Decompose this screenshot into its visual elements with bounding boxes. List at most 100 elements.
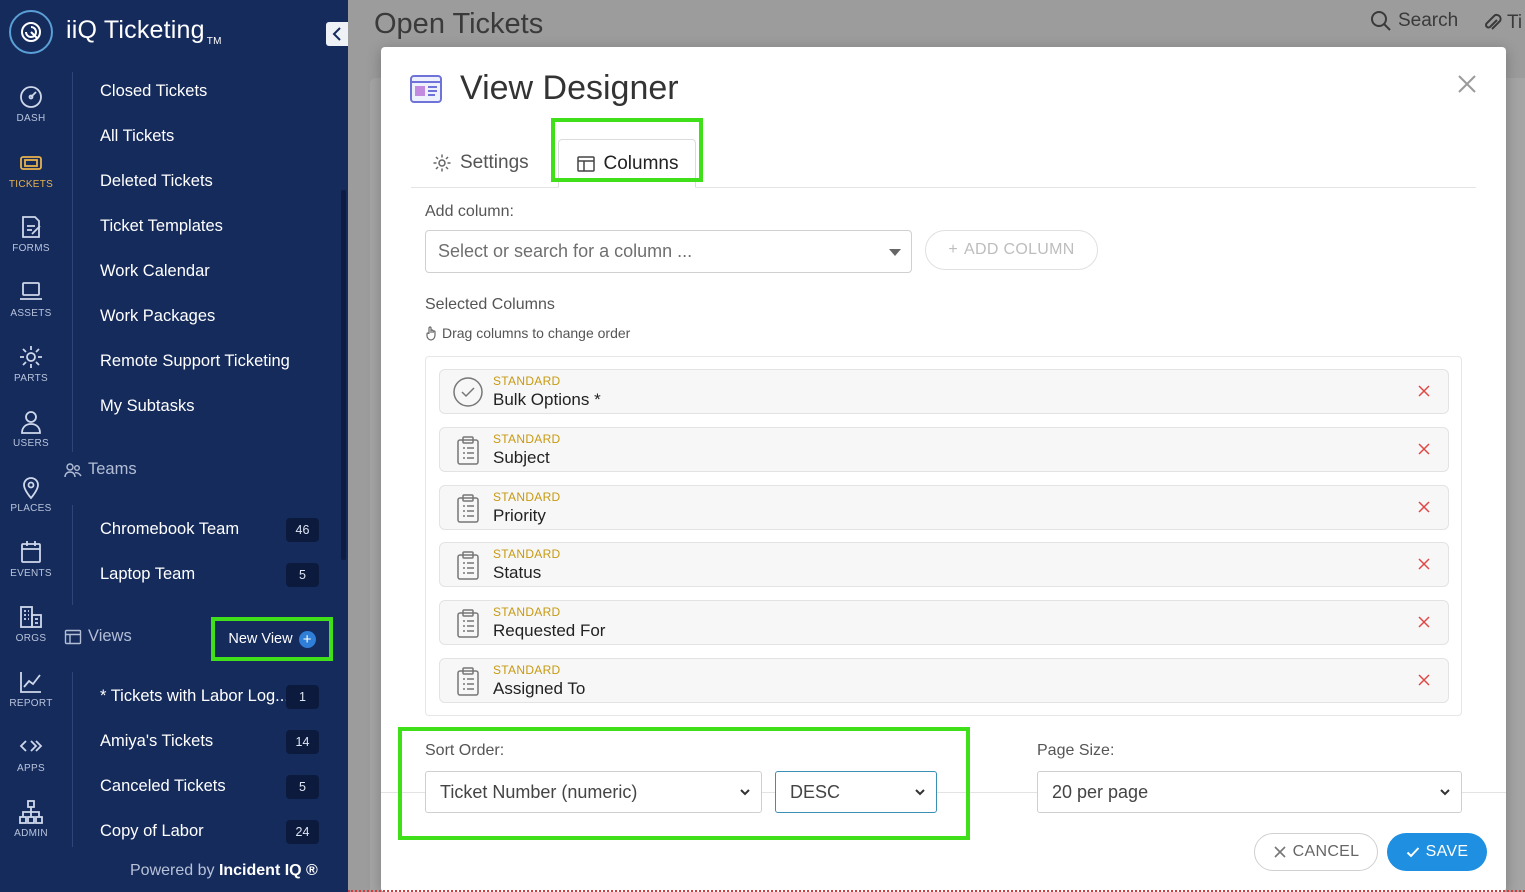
column-select-placeholder: Select or search for a column ... xyxy=(438,241,693,261)
rail-label: APPS xyxy=(17,763,45,774)
teams-heading[interactable]: Teams xyxy=(64,460,137,479)
forms-icon xyxy=(22,216,41,238)
user-icon xyxy=(21,411,41,434)
rail-users[interactable]: USERS xyxy=(0,409,62,449)
rail-orgs[interactable]: ORGS xyxy=(0,604,62,644)
check-icon xyxy=(1406,847,1419,858)
rail-events[interactable]: EVENTS xyxy=(0,539,62,579)
sidebar-item-ticket-templates[interactable]: Ticket Templates xyxy=(100,217,223,236)
sidebar-scrollbar[interactable] xyxy=(341,190,346,560)
chevron-down-icon xyxy=(1440,789,1450,796)
highlight-box xyxy=(398,727,970,840)
add-column-label: Add column: xyxy=(425,203,514,220)
rail-label: PARTS xyxy=(14,373,48,384)
nav-divider xyxy=(72,672,73,847)
remove-column-icon[interactable] xyxy=(1417,615,1431,629)
rail-dash[interactable]: DASH xyxy=(0,84,62,124)
rail-apps[interactable]: APPS xyxy=(0,734,62,774)
rail-places[interactable]: PLACES xyxy=(0,474,62,514)
clipboard-icon xyxy=(457,494,479,523)
chevron-left-icon xyxy=(332,27,341,41)
search-button[interactable]: Search xyxy=(1370,10,1458,32)
sidebar-item-laptop-team[interactable]: Laptop Team xyxy=(100,565,195,584)
dashboard-icon xyxy=(20,86,42,108)
remove-column-icon[interactable] xyxy=(1417,673,1431,687)
new-view-label: New View xyxy=(228,631,293,647)
column-item[interactable]: STANDARD Assigned To xyxy=(439,658,1449,703)
collapse-sidebar-button[interactable] xyxy=(326,22,348,46)
sidebar-item-work-packages[interactable]: Work Packages xyxy=(100,307,215,326)
close-icon[interactable] xyxy=(1456,73,1478,95)
count-badge: 5 xyxy=(286,563,319,587)
drag-hint: Drag columns to change order xyxy=(425,325,630,341)
add-column-button[interactable]: + ADD COLUMN xyxy=(925,230,1098,270)
sidebar-item-view[interactable]: Copy of Labor xyxy=(100,822,204,841)
powered-brand: Incident IQ ® xyxy=(218,862,318,879)
column-name: Subject xyxy=(493,448,550,467)
selected-columns-label: Selected Columns xyxy=(425,296,555,313)
sidebar-item-deleted-tickets[interactable]: Deleted Tickets xyxy=(100,172,213,191)
sidebar-item-closed-tickets[interactable]: Closed Tickets xyxy=(100,82,207,101)
rail-tickets[interactable]: TICKETS xyxy=(0,150,62,190)
sidebar-item-work-calendar[interactable]: Work Calendar xyxy=(100,262,210,281)
plus-icon: + xyxy=(948,241,959,258)
rail-forms[interactable]: FORMS xyxy=(0,214,62,254)
column-name: Requested For xyxy=(493,621,606,640)
column-item[interactable]: STANDARD Subject xyxy=(439,427,1449,472)
rail-label: ASSETS xyxy=(10,308,52,319)
new-view-button[interactable]: New View + xyxy=(211,617,333,661)
cancel-button[interactable]: CANCEL xyxy=(1254,833,1378,871)
count-badge: 14 xyxy=(286,730,319,754)
sidebar-item-view[interactable]: Canceled Tickets xyxy=(100,777,226,796)
check-circle-icon xyxy=(453,377,483,407)
clipboard-icon xyxy=(457,667,479,696)
sidebar-item-view[interactable]: * Tickets with Labor Log... xyxy=(100,687,289,706)
column-select[interactable]: Select or search for a column ... xyxy=(425,230,912,273)
column-item[interactable]: STANDARD Priority xyxy=(439,485,1449,530)
sidebar-item-all-tickets[interactable]: All Tickets xyxy=(100,127,174,146)
save-label: SAVE xyxy=(1425,843,1469,860)
remove-column-icon[interactable] xyxy=(1417,442,1431,456)
remove-column-icon[interactable] xyxy=(1417,557,1431,571)
sidebar-item-view[interactable]: Amiya's Tickets xyxy=(100,732,213,751)
page-size-value: 20 per page xyxy=(1052,781,1149,802)
search-icon xyxy=(1371,11,1391,31)
rail-assets[interactable]: ASSETS xyxy=(0,279,62,319)
view-designer-modal: View Designer Settings Columns Add colum… xyxy=(381,47,1506,892)
sidebar-item-my-subtasks[interactable]: My Subtasks xyxy=(100,397,194,416)
remove-column-icon[interactable] xyxy=(1417,500,1431,514)
column-name: Bulk Options * xyxy=(493,390,601,409)
highlight-box xyxy=(551,118,703,182)
gear-icon xyxy=(433,154,451,172)
caret-down-icon xyxy=(889,249,901,256)
app-logo[interactable] xyxy=(9,10,53,54)
nav-divider xyxy=(72,505,73,605)
column-item[interactable]: STANDARD Requested For xyxy=(439,600,1449,645)
views-heading[interactable]: Views xyxy=(64,627,132,646)
attach-button[interactable]: Ti xyxy=(1481,12,1522,34)
rail-parts[interactable]: PARTS xyxy=(0,344,62,384)
selected-columns-list: STANDARD Bulk Options * STANDARD Subject… xyxy=(425,356,1462,716)
remove-column-icon[interactable] xyxy=(1417,384,1431,398)
count-badge: 5 xyxy=(286,775,319,799)
rail-label: ADMIN xyxy=(14,828,48,839)
nav-divider xyxy=(72,72,73,452)
rail-report[interactable]: REPORT xyxy=(0,669,62,709)
cancel-label: CANCEL xyxy=(1292,843,1360,860)
powered-prefix: Powered by xyxy=(130,862,219,879)
column-type: STANDARD xyxy=(493,374,561,388)
rail-admin[interactable]: ADMIN xyxy=(0,799,62,839)
calendar-icon xyxy=(21,541,41,563)
save-button[interactable]: SAVE xyxy=(1387,833,1487,871)
column-item[interactable]: STANDARD Bulk Options * xyxy=(439,369,1449,414)
sidebar-item-remote-support[interactable]: Remote Support Ticketing xyxy=(100,352,290,371)
column-type: STANDARD xyxy=(493,432,561,446)
column-item[interactable]: STANDARD Status xyxy=(439,542,1449,587)
sidebar-item-chromebook-team[interactable]: Chromebook Team xyxy=(100,520,239,539)
add-column-label-text: ADD COLUMN xyxy=(964,241,1075,258)
icon-rail: DASH TICKETS FORMS ASSETS PARTS USERS PL… xyxy=(0,0,62,892)
drag-hint-text: Drag columns to change order xyxy=(442,325,631,341)
rail-label: TICKETS xyxy=(8,179,54,190)
tab-settings[interactable]: Settings xyxy=(432,139,529,187)
page-size-select[interactable]: 20 per page xyxy=(1037,771,1462,813)
